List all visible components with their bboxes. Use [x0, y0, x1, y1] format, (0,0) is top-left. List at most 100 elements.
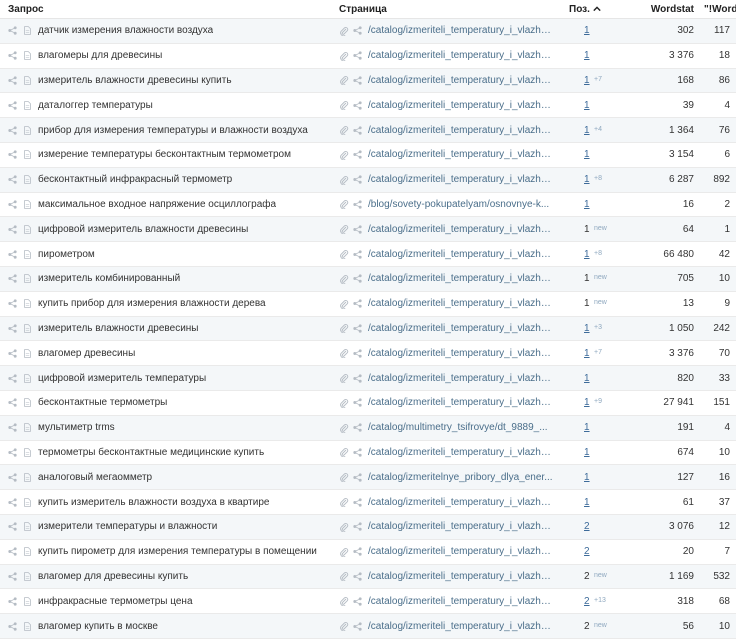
- paperclip-icon[interactable]: [339, 621, 349, 632]
- page-url-link[interactable]: /catalog/izmeriteli_temperatury_i_vlazhn…: [368, 273, 553, 284]
- position-value[interactable]: 1: [584, 125, 590, 136]
- query-text[interactable]: бесконтактные термометры: [38, 397, 167, 408]
- page-url-link[interactable]: /catalog/izmeritelnye_pribory_dlya_ener.…: [368, 472, 553, 483]
- page-url-link[interactable]: /catalog/izmeriteli_temperatury_i_vlazhn…: [368, 596, 553, 607]
- share-icon[interactable]: [353, 249, 362, 259]
- share-icon[interactable]: [8, 324, 17, 333]
- query-text[interactable]: измеритель влажности древесины купить: [38, 75, 232, 86]
- paperclip-icon[interactable]: [339, 100, 349, 111]
- paperclip-icon[interactable]: [339, 150, 349, 160]
- share-icon[interactable]: [8, 448, 17, 457]
- share-icon[interactable]: [353, 547, 362, 556]
- share-icon[interactable]: [353, 274, 362, 283]
- paperclip-icon[interactable]: [339, 447, 349, 458]
- share-icon[interactable]: [8, 497, 17, 507]
- paperclip-icon[interactable]: [339, 522, 349, 532]
- document-icon[interactable]: [24, 200, 31, 209]
- document-icon[interactable]: [24, 596, 31, 606]
- document-icon[interactable]: [24, 448, 31, 457]
- share-icon[interactable]: [8, 349, 17, 358]
- paperclip-icon[interactable]: [339, 547, 349, 557]
- page-url-link[interactable]: /catalog/izmeriteli_temperatury_i_vlazhn…: [368, 621, 553, 632]
- share-icon[interactable]: [353, 572, 362, 581]
- query-text[interactable]: купить пирометр для измерения температур…: [38, 546, 317, 557]
- page-url-link[interactable]: /catalog/izmeriteli_temperatury_i_vlazhn…: [368, 373, 553, 384]
- document-icon[interactable]: [24, 150, 31, 160]
- page-url-link[interactable]: /catalog/izmeriteli_temperatury_i_vlazhn…: [368, 323, 553, 334]
- column-header-wordstat-exact[interactable]: "!Wordstat": [700, 4, 736, 15]
- document-icon[interactable]: [24, 472, 31, 482]
- page-url-link[interactable]: /catalog/izmeriteli_temperatury_i_vlazhn…: [368, 174, 553, 185]
- share-icon[interactable]: [353, 473, 362, 482]
- paperclip-icon[interactable]: [339, 274, 349, 284]
- query-text[interactable]: мультиметр trms: [38, 422, 115, 433]
- document-icon[interactable]: [24, 621, 31, 631]
- page-url-link[interactable]: /blog/sovety-pokupatelyam/osnovnye-k...: [368, 199, 549, 210]
- document-icon[interactable]: [24, 26, 31, 36]
- query-text[interactable]: измеритель комбинированный: [38, 273, 180, 284]
- page-url-link[interactable]: /catalog/izmeriteli_temperatury_i_vlazhn…: [368, 397, 553, 408]
- query-text[interactable]: купить измеритель влажности воздуха в кв…: [38, 497, 269, 508]
- share-icon[interactable]: [8, 76, 17, 85]
- position-value[interactable]: 2: [584, 521, 590, 532]
- query-text[interactable]: цифровой измеритель температуры: [38, 373, 206, 384]
- share-icon[interactable]: [8, 572, 17, 581]
- share-icon[interactable]: [353, 26, 362, 36]
- share-icon[interactable]: [8, 101, 17, 110]
- page-url-link[interactable]: /catalog/izmeriteli_temperatury_i_vlazhn…: [368, 546, 553, 557]
- page-url-link[interactable]: /catalog/izmeriteli_temperatury_i_vlazhn…: [368, 447, 553, 458]
- share-icon[interactable]: [353, 522, 362, 531]
- position-value[interactable]: 1: [584, 397, 590, 408]
- document-icon[interactable]: [24, 547, 31, 556]
- position-value[interactable]: 1: [584, 25, 590, 36]
- query-text[interactable]: аналоговый мегаомметр: [38, 472, 152, 483]
- position-value[interactable]: 2: [584, 596, 590, 607]
- position-value[interactable]: 2: [584, 546, 590, 557]
- position-value[interactable]: 1: [584, 199, 590, 210]
- page-url-link[interactable]: /catalog/multimetry_tsifrovye/dt_9889_..…: [368, 422, 548, 433]
- query-text[interactable]: влагомер древесины: [38, 348, 135, 359]
- share-icon[interactable]: [8, 522, 17, 531]
- paperclip-icon[interactable]: [339, 75, 349, 86]
- position-value[interactable]: 1: [584, 373, 590, 384]
- share-icon[interactable]: [8, 597, 17, 606]
- position-value[interactable]: 1: [584, 50, 590, 61]
- paperclip-icon[interactable]: [339, 51, 349, 61]
- paperclip-icon[interactable]: [339, 299, 349, 309]
- query-text[interactable]: максимальное входное напряжение осциллог…: [38, 199, 276, 210]
- query-text[interactable]: пирометром: [38, 249, 95, 260]
- position-value[interactable]: 1: [584, 249, 590, 260]
- share-icon[interactable]: [353, 101, 362, 110]
- page-url-link[interactable]: /catalog/izmeriteli_temperatury_i_vlazhn…: [368, 100, 553, 111]
- page-url-link[interactable]: /catalog/izmeriteli_temperatury_i_vlazhn…: [368, 497, 553, 508]
- share-icon[interactable]: [8, 373, 17, 383]
- share-icon[interactable]: [8, 200, 17, 209]
- position-value[interactable]: 1: [584, 174, 590, 185]
- share-icon[interactable]: [8, 621, 17, 631]
- share-icon[interactable]: [353, 497, 362, 507]
- paperclip-icon[interactable]: [339, 472, 349, 483]
- share-icon[interactable]: [353, 125, 362, 135]
- column-header-position[interactable]: Поз.: [563, 4, 616, 15]
- page-url-link[interactable]: /catalog/izmeriteli_temperatury_i_vlazhn…: [368, 298, 553, 309]
- share-icon[interactable]: [353, 51, 362, 60]
- column-header-query[interactable]: Запрос: [0, 4, 335, 15]
- paperclip-icon[interactable]: [339, 26, 349, 36]
- page-url-link[interactable]: /catalog/izmeriteli_temperatury_i_vlazhn…: [368, 348, 553, 359]
- paperclip-icon[interactable]: [339, 571, 349, 582]
- page-url-link[interactable]: /catalog/izmeriteli_temperatury_i_vlazhn…: [368, 249, 553, 260]
- paperclip-icon[interactable]: [339, 373, 349, 384]
- sort-up-icon[interactable]: [593, 5, 601, 13]
- document-icon[interactable]: [24, 51, 31, 60]
- page-url-link[interactable]: /catalog/izmeriteli_temperatury_i_vlazhn…: [368, 521, 553, 532]
- share-icon[interactable]: [8, 51, 17, 60]
- document-icon[interactable]: [24, 125, 31, 135]
- query-text[interactable]: прибор для измерения температуры и влажн…: [38, 125, 308, 136]
- query-text[interactable]: измерение температуры бесконтактным терм…: [38, 149, 291, 160]
- share-icon[interactable]: [8, 125, 17, 135]
- position-value[interactable]: 1: [584, 472, 590, 483]
- position-value[interactable]: 1: [584, 149, 590, 160]
- share-icon[interactable]: [8, 249, 17, 259]
- query-text[interactable]: датчик измерения влажности воздуха: [38, 25, 213, 36]
- share-icon[interactable]: [353, 621, 362, 631]
